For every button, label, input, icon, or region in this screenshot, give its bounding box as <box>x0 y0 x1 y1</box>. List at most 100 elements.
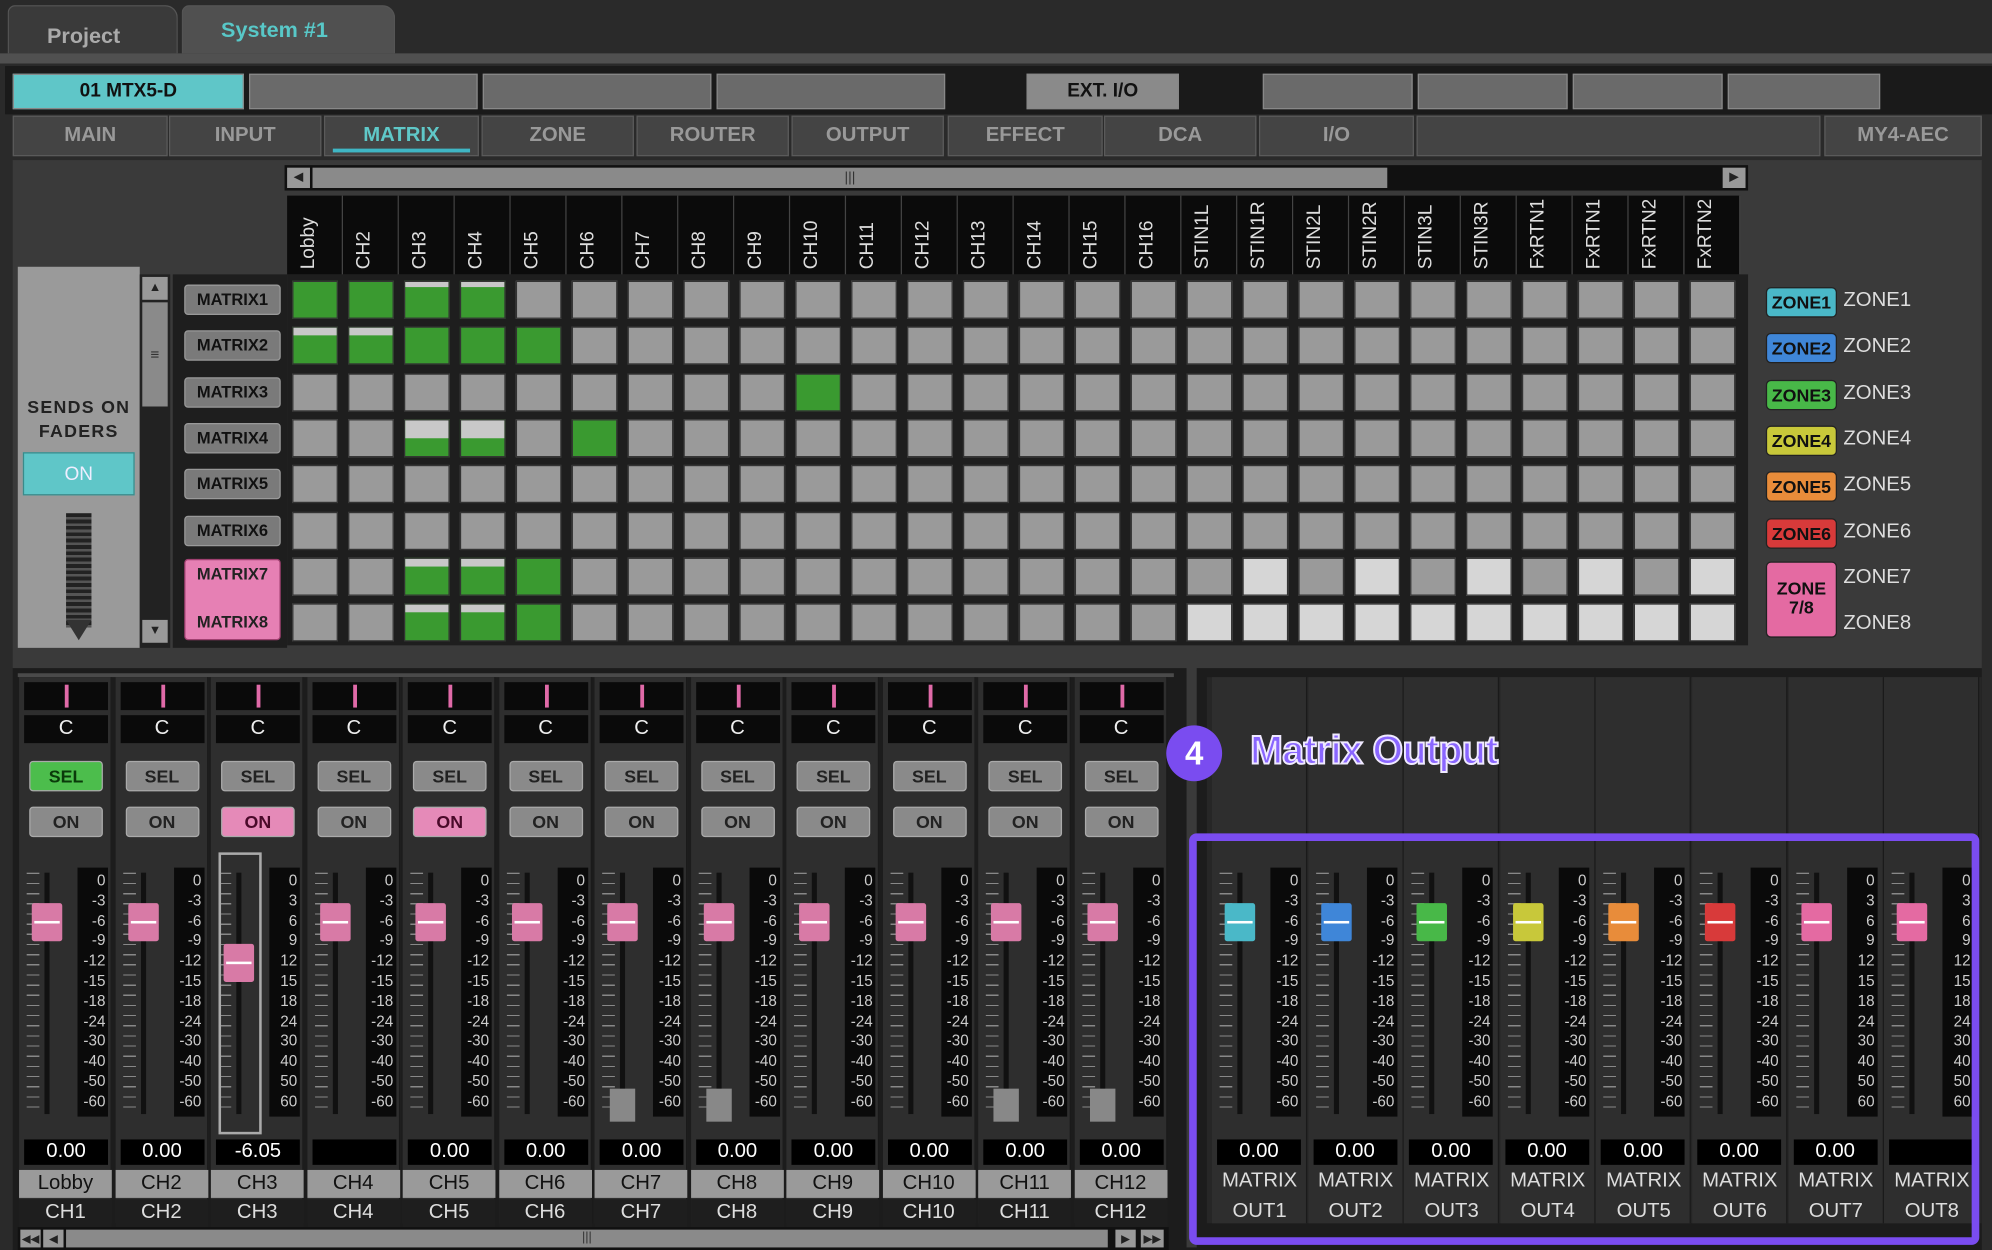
matrix-column-header[interactable]: FxRTN2 <box>1684 195 1741 275</box>
matrix-crosspoint[interactable] <box>1354 511 1400 550</box>
device-tab-mtx5d[interactable]: 01 MTX5-D <box>12 73 244 110</box>
channel-name[interactable]: Lobby <box>19 1169 112 1198</box>
on-button[interactable]: ON <box>412 806 487 838</box>
matrix-crosspoint[interactable] <box>571 511 618 550</box>
matrix-crosspoint[interactable] <box>1242 465 1289 504</box>
fader-knob[interactable] <box>1086 903 1118 942</box>
matrix-crosspoint[interactable] <box>1577 326 1624 365</box>
pan-indicator[interactable] <box>311 682 396 711</box>
matrix-crosspoint[interactable] <box>1130 465 1177 504</box>
matrix-crosspoint[interactable] <box>907 557 953 596</box>
matrix-crosspoint[interactable] <box>1577 557 1624 596</box>
matrix-crosspoint[interactable] <box>683 511 730 550</box>
matrix-crosspoint[interactable] <box>739 280 786 319</box>
fader[interactable]: 0 -3 -6 -9 -12 -15 -18 -24 -30 -40 -50 -60 <box>405 850 494 1137</box>
matrix-crosspoint[interactable] <box>627 372 674 412</box>
matrix-crosspoint[interactable] <box>1130 372 1177 412</box>
channel-name[interactable]: CH10 <box>882 1169 976 1198</box>
pan-indicator[interactable] <box>791 682 876 711</box>
matrix-crosspoint[interactable] <box>1577 511 1624 550</box>
fader-knob[interactable] <box>894 903 926 942</box>
matrix-crosspoint[interactable] <box>1074 603 1121 642</box>
matrix-crosspoint[interactable] <box>1186 280 1233 319</box>
matrix-crosspoint[interactable] <box>1689 419 1736 458</box>
matrix-crosspoint[interactable] <box>1242 280 1289 319</box>
tab-my4-aec[interactable]: MY4-AEC <box>1824 115 1982 157</box>
pan-indicator[interactable] <box>503 682 588 711</box>
matrix-crosspoint[interactable] <box>515 326 562 365</box>
matrix-crosspoint[interactable] <box>1298 419 1345 458</box>
matrix-column-header[interactable]: STIN2R <box>1349 195 1406 275</box>
on-button[interactable]: ON <box>796 806 871 838</box>
fader[interactable]: 0 -3 -6 -9 -12 -15 -18 -24 -30 -40 -50 -60 <box>693 850 782 1137</box>
scroll-down-icon[interactable]: ▼ <box>142 619 168 643</box>
matrix-crosspoint[interactable] <box>1018 511 1065 550</box>
matrix-column-header[interactable]: CH5 <box>510 195 567 275</box>
matrix-crosspoint[interactable] <box>851 419 897 458</box>
pan-value[interactable]: C <box>215 715 300 744</box>
matrix-crosspoint[interactable] <box>348 372 394 412</box>
matrix-crosspoint[interactable] <box>851 603 897 642</box>
matrix-crosspoint[interactable] <box>1577 603 1624 642</box>
matrix-crosspoint[interactable] <box>907 419 953 458</box>
matrix-crosspoint[interactable] <box>907 511 953 550</box>
pan-value[interactable]: C <box>599 715 684 744</box>
matrix-crosspoint[interactable] <box>515 603 562 642</box>
fader-knob[interactable] <box>607 903 638 942</box>
pan-indicator[interactable] <box>24 682 108 711</box>
matrix-crosspoint[interactable] <box>795 557 842 596</box>
gain-value[interactable]: 0.00 <box>24 1139 108 1165</box>
tab-dca[interactable]: DCA <box>1103 115 1257 157</box>
gain-value[interactable]: 0.00 <box>407 1139 492 1165</box>
matrix-column-header[interactable]: FxRTN1 <box>1572 195 1629 275</box>
fader-knob[interactable] <box>799 903 830 942</box>
tab-system-1[interactable]: System #1 <box>181 5 396 54</box>
matrix-crosspoint[interactable] <box>1466 603 1512 642</box>
sends-on-button[interactable]: ON <box>22 452 135 496</box>
on-button[interactable]: ON <box>1084 806 1158 838</box>
device-tab-empty[interactable] <box>1262 73 1413 110</box>
fader[interactable]: 0 -3 -6 -9 -12 -15 -18 -24 -30 -40 -50 -60 <box>1077 850 1166 1137</box>
matrix-crosspoint[interactable] <box>962 280 1009 319</box>
matrix-crosspoint[interactable] <box>739 557 786 596</box>
matrix-crosspoint[interactable] <box>907 326 953 365</box>
matrix-crosspoint[interactable] <box>1521 372 1568 412</box>
matrix-crosspoint[interactable] <box>795 419 842 458</box>
matrix-crosspoint[interactable] <box>851 511 897 550</box>
matrix-column-header[interactable]: CH12 <box>901 195 958 275</box>
matrix-crosspoint[interactable] <box>1633 419 1680 458</box>
channel-name[interactable]: CH2 <box>114 1169 208 1198</box>
matrix-crosspoint[interactable] <box>683 372 730 412</box>
channel-name[interactable]: CH8 <box>690 1169 784 1198</box>
matrix-crosspoint[interactable] <box>1689 372 1736 412</box>
matrix-crosspoint[interactable] <box>1689 465 1736 504</box>
matrix-crosspoint[interactable] <box>1018 465 1065 504</box>
on-button[interactable]: ON <box>508 806 583 838</box>
matrix-column-header[interactable]: STIN2L <box>1293 195 1350 275</box>
device-tab-ext-io[interactable]: EXT. I/O <box>1026 73 1179 110</box>
matrix-crosspoint[interactable] <box>1521 326 1568 365</box>
matrix7-button[interactable]: MATRIX7 <box>184 564 281 583</box>
matrix-crosspoint[interactable] <box>851 280 897 319</box>
sel-button[interactable]: SEL <box>29 760 103 792</box>
matrix-crosspoint[interactable] <box>962 372 1009 412</box>
matrix-crosspoint[interactable] <box>1410 419 1456 458</box>
matrix-column-header[interactable]: CH16 <box>1125 195 1182 275</box>
matrix-crosspoint[interactable] <box>1521 419 1568 458</box>
matrix-crosspoint[interactable] <box>1074 465 1121 504</box>
matrix-column-header[interactable]: CH8 <box>678 195 735 275</box>
matrix-crosspoint[interactable] <box>403 603 450 642</box>
pan-indicator[interactable] <box>1079 682 1164 711</box>
tab-effect[interactable]: EFFECT <box>947 115 1103 157</box>
matrix-crosspoint[interactable] <box>459 557 506 596</box>
gain-value[interactable]: 0.00 <box>599 1139 684 1165</box>
gain-value[interactable]: 0.00 <box>887 1139 972 1165</box>
matrix-row-button[interactable]: MATRIX3 <box>184 376 281 408</box>
tab-input[interactable]: INPUT <box>168 115 322 157</box>
matrix-crosspoint[interactable] <box>1633 326 1680 365</box>
matrix8-button[interactable]: MATRIX8 <box>184 612 281 631</box>
matrix-crosspoint[interactable] <box>962 419 1009 458</box>
matrix-crosspoint[interactable] <box>403 372 450 412</box>
matrix-crosspoint[interactable] <box>571 603 618 642</box>
matrix-column-header[interactable]: STIN3L <box>1405 195 1461 275</box>
